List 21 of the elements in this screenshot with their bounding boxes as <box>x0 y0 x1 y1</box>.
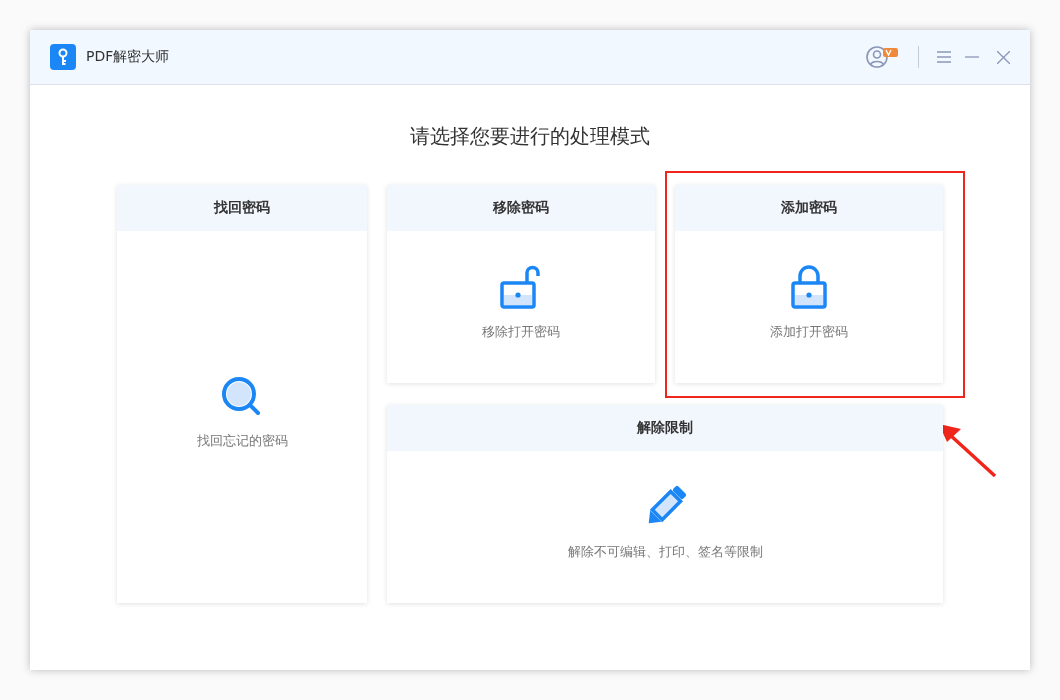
mode-card[interactable]: 添加密码 添加打开密码 <box>675 185 943 383</box>
card-title: 添加密码 <box>675 185 943 231</box>
card-title: 找回密码 <box>117 185 367 231</box>
card-description: 添加打开密码 <box>770 323 848 341</box>
page-heading: 请选择您要进行的处理模式 <box>409 123 651 150</box>
close-icon[interactable] <box>997 50 1010 64</box>
card-title: 移除密码 <box>387 185 655 231</box>
search-icon <box>221 376 263 418</box>
card-description: 解除不可编辑、打印、签名等限制 <box>567 543 763 561</box>
mode-card[interactable]: 移除密码 移除打开密码 <box>387 185 655 383</box>
key-icon <box>50 44 76 70</box>
mode-card[interactable]: 解除限制 解除不可编辑、打印、签名等限制 <box>387 405 943 603</box>
mode-card[interactable]: 找回密码 找回忘记的密码 <box>117 185 367 603</box>
user-icon[interactable] <box>866 45 900 69</box>
card-title: 解除限制 <box>387 405 943 451</box>
window-title: PDF解密大师 <box>86 48 170 66</box>
padlock-icon <box>791 265 827 309</box>
unlocked-padlock-icon <box>500 265 542 309</box>
card-description: 移除打开密码 <box>482 323 560 341</box>
card-description: 找回忘记的密码 <box>196 432 288 450</box>
menu-icon[interactable] <box>937 51 951 63</box>
